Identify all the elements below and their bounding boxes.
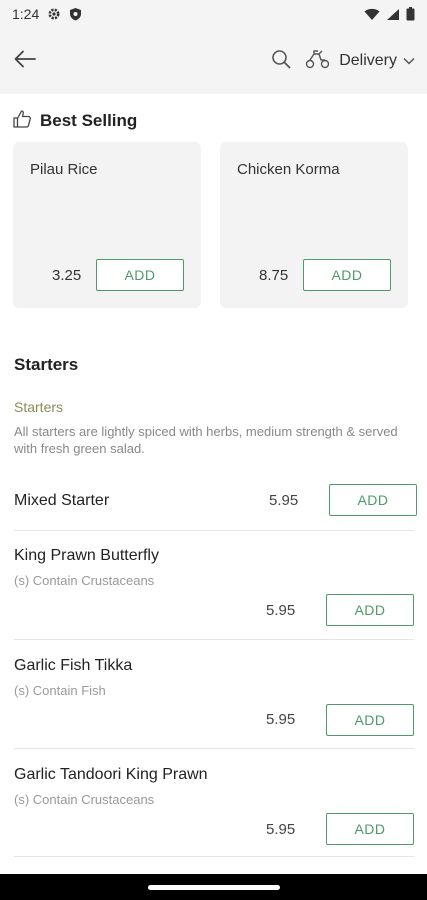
delivery-mode-label: Delivery xyxy=(339,52,397,69)
arrow-left-icon xyxy=(14,50,36,73)
menu-item-price: 5.95 xyxy=(269,492,299,509)
system-nav-bar xyxy=(0,874,427,900)
status-right xyxy=(364,7,415,21)
menu-item-price: 5.95 xyxy=(266,602,296,619)
add-button[interactable]: ADD xyxy=(303,259,391,291)
best-item-name: Pilau Rice xyxy=(30,161,98,178)
menu-item-row[interactable]: Garlic Tandoori King Prawn (s) Contain C… xyxy=(14,749,414,857)
delivery-mode-select[interactable]: Delivery xyxy=(305,49,415,74)
category-subheading: Starters xyxy=(14,399,64,415)
wifi-icon xyxy=(364,8,380,21)
menu-item-price: 5.95 xyxy=(266,821,296,838)
best-item-name: Chicken Korma xyxy=(237,161,340,178)
best-selling-header: Best Selling xyxy=(0,94,427,134)
menu-item-allergen-note: (s) Contain Crustaceans xyxy=(14,573,155,588)
add-button[interactable]: ADD xyxy=(326,594,414,626)
best-item-price: 3.25 xyxy=(52,267,82,284)
status-bar: 1:24 xyxy=(0,0,427,28)
back-button[interactable] xyxy=(12,48,38,74)
add-button[interactable]: ADD xyxy=(326,704,414,736)
best-selling-section: Best Selling Pilau Rice 3.25 ADD Chicken… xyxy=(0,94,427,308)
delivery-scooter-icon xyxy=(305,49,331,74)
add-button[interactable]: ADD xyxy=(96,259,184,291)
status-time: 1:24 xyxy=(12,6,40,22)
menu-item-row[interactable]: Garlic Fish Tikka (s) Contain Fish 5.95 … xyxy=(14,640,414,749)
best-selling-card[interactable]: Chicken Korma 8.75 ADD xyxy=(220,142,408,308)
best-selling-title: Best Selling xyxy=(40,111,138,130)
thumbs-up-icon xyxy=(12,109,32,134)
menu-item-name: Garlic Tandoori King Prawn xyxy=(14,766,208,783)
best-selling-card[interactable]: Pilau Rice 3.25 ADD xyxy=(13,142,201,308)
menu-item-allergen-note: (s) Contain Fish xyxy=(14,683,106,698)
menu-item-row[interactable]: Mixed Starter 5.95 ADD xyxy=(14,470,417,531)
app-bar-actions: Delivery xyxy=(271,49,415,74)
category-description: All starters are lightly spiced with her… xyxy=(14,424,398,456)
status-left: 1:24 xyxy=(12,6,82,22)
menu-item-row[interactable]: King Prawn Butterfly (s) Contain Crustac… xyxy=(14,531,414,640)
menu-item-price: 5.95 xyxy=(266,711,296,728)
menu-item-name: Garlic Fish Tikka xyxy=(14,657,133,674)
add-button[interactable]: ADD xyxy=(329,484,417,516)
battery-icon xyxy=(406,7,415,21)
best-item-price: 8.75 xyxy=(259,267,289,284)
shield-icon xyxy=(69,7,82,21)
menu-item-name: King Prawn Butterfly xyxy=(14,547,159,564)
chevron-down-icon xyxy=(403,52,415,70)
signal-icon xyxy=(386,8,400,21)
add-button[interactable]: ADD xyxy=(326,813,414,845)
menu-item-name: Mixed Starter xyxy=(14,492,110,509)
menu-item-allergen-note: (s) Contain Crustaceans xyxy=(14,792,155,807)
gear-icon xyxy=(47,7,61,21)
category-heading: Starters xyxy=(14,355,79,374)
search-icon[interactable] xyxy=(271,49,291,74)
app-bar: Delivery xyxy=(0,28,427,94)
home-gesture-handle[interactable] xyxy=(147,884,280,890)
